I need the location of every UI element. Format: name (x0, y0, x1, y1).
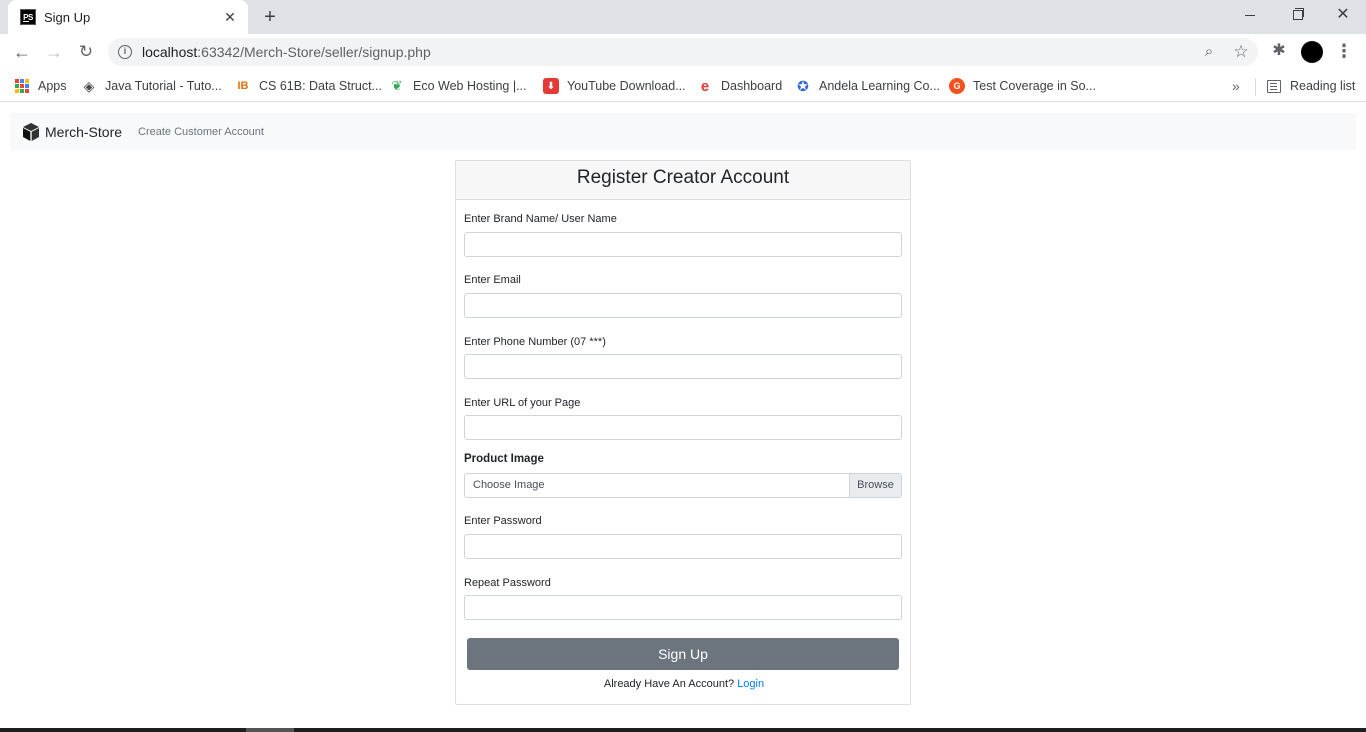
bookmark-label: Test Coverage in So... (973, 79, 1096, 93)
taskbar-highlight (246, 728, 294, 732)
browse-button[interactable]: Browse (849, 474, 901, 497)
bookmark-youtube-download[interactable]: ⬇ YouTube Download... (543, 76, 686, 96)
bookmark-cs61b[interactable]: IB CS 61B: Data Struct... (235, 76, 382, 96)
tab-title: Sign Up (44, 9, 91, 25)
extensions-puzzle-icon[interactable]: ✱ (1269, 40, 1289, 62)
bookmark-java-tutorial[interactable]: ◈ Java Tutorial - Tuto... (81, 76, 222, 96)
dashboard-e-icon: e (700, 77, 710, 95)
brand-name: Merch-Store (45, 123, 123, 140)
email-input[interactable] (464, 293, 902, 318)
url-text[interactable]: localhost:63342/Merch-Store/seller/signu… (142, 44, 431, 60)
back-icon[interactable]: ← (10, 40, 34, 64)
apps-grid-icon (14, 78, 30, 94)
reading-list-button[interactable]: Reading list (1267, 76, 1355, 96)
forward-icon[interactable]: → (42, 40, 66, 64)
box-logo-icon (23, 122, 39, 141)
phpstorm-favicon-icon: PS (20, 9, 36, 25)
bookmark-label: CS 61B: Data Struct... (259, 79, 382, 93)
close-tab-icon[interactable]: ✕ (222, 9, 238, 25)
site-navbar: Merch-Store Create Customer Account (10, 113, 1356, 150)
card-header: Register Creator Account (456, 161, 910, 200)
browser-toolbar: ← → ↻ i localhost:63342/Merch-Store/sell… (0, 34, 1366, 70)
more-bookmarks-icon[interactable]: » (1232, 76, 1240, 96)
browser-tab[interactable]: PS Sign Up ✕ (8, 0, 248, 34)
minimize-icon[interactable] (1235, 4, 1265, 26)
product-image-file-input[interactable]: Choose Image Browse (464, 473, 902, 498)
address-bar[interactable]: i localhost:63342/Merch-Store/seller/sig… (108, 38, 1258, 66)
url-path: :63342/Merch-Store/seller/signup.php (197, 44, 431, 60)
brand-link[interactable]: Merch-Store (21, 122, 122, 142)
test-coverage-icon: G (949, 78, 965, 94)
password-label: Enter Password (464, 515, 542, 527)
zoom-icon[interactable]: ⌕ (1200, 43, 1218, 61)
page-title: Register Creator Account (576, 167, 790, 188)
bookmark-label: Dashboard (721, 79, 783, 93)
reading-list-icon (1267, 79, 1281, 93)
browser-menu-icon[interactable]: ⋮ (1334, 40, 1354, 62)
login-prompt: Already Have An Account? Login (456, 678, 912, 690)
bookmark-apps[interactable]: Apps (14, 76, 67, 96)
reload-icon[interactable]: ↻ (74, 40, 98, 64)
reading-list-label: Reading list (1290, 79, 1356, 93)
bookmark-label: YouTube Download... (567, 79, 686, 93)
bookmark-label: Java Tutorial - Tuto... (105, 79, 222, 93)
create-customer-account-link[interactable]: Create Customer Account (138, 126, 264, 138)
phone-label: Enter Phone Number (07 ***) (464, 336, 606, 348)
login-prompt-text: Already Have An Account? (603, 678, 735, 690)
bookmark-label: Andela Learning Co... (819, 79, 940, 93)
profile-avatar[interactable] (1301, 41, 1323, 63)
sign-up-button[interactable]: Sign Up (467, 638, 899, 670)
eco-web-icon: ❦ (391, 78, 403, 93)
bookmark-test-coverage[interactable]: G Test Coverage in So... (949, 76, 1096, 96)
bookmark-dashboard[interactable]: e Dashboard (697, 76, 782, 96)
bookmark-label: Apps (38, 79, 67, 93)
page-url-input[interactable] (464, 415, 902, 440)
java-tutorial-icon: ◈ (83, 77, 95, 94)
bookmark-star-icon[interactable]: ☆ (1232, 43, 1250, 61)
andela-icon: ✪ (797, 77, 809, 94)
site-info-icon[interactable]: i (118, 45, 132, 59)
product-image-label: Product Image (464, 453, 544, 465)
bookmark-label: Eco Web Hosting |... (413, 79, 527, 93)
youtube-download-icon: ⬇ (543, 78, 559, 94)
cs61b-icon: IB (237, 80, 249, 92)
brand-name-label: Enter Brand Name/ User Name (464, 213, 617, 225)
bookmark-eco-web[interactable]: ❦ Eco Web Hosting |... (389, 76, 527, 96)
window-close-icon[interactable]: ✕ (1328, 4, 1358, 26)
bookmark-andela[interactable]: ✪ Andela Learning Co... (795, 76, 940, 96)
page-url-label: Enter URL of your Page (464, 397, 581, 409)
url-host: localhost (142, 44, 198, 60)
email-label: Enter Email (464, 274, 521, 286)
taskbar-edge (0, 728, 1366, 732)
phone-input[interactable] (464, 354, 902, 379)
tab-strip: PS Sign Up ✕ + ✕ (0, 0, 1366, 34)
login-link[interactable]: Login (737, 678, 764, 690)
bookmarks-bar: Apps ◈ Java Tutorial - Tuto... IB CS 61B… (0, 70, 1366, 102)
bookmarks-divider (1255, 78, 1256, 96)
restore-icon[interactable] (1282, 4, 1312, 26)
repeat-password-label: Repeat Password (464, 577, 551, 589)
favicon-text: PS (23, 12, 33, 22)
brand-name-input[interactable] (464, 232, 902, 257)
register-card: Register Creator Account Enter Brand Nam… (455, 160, 911, 705)
choose-image-text: Choose Image (473, 479, 545, 491)
password-input[interactable] (464, 534, 902, 559)
new-tab-icon[interactable]: + (258, 6, 282, 28)
repeat-password-input[interactable] (464, 595, 902, 620)
